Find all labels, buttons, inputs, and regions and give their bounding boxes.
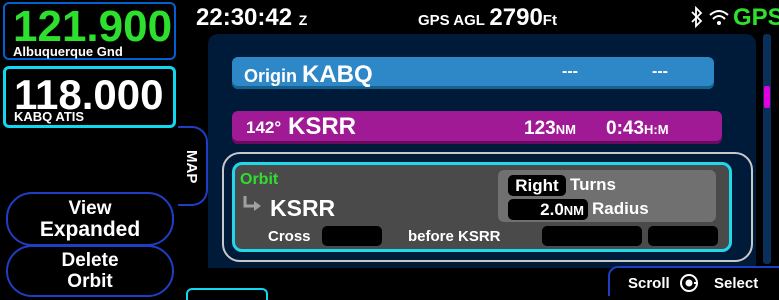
scroll-select-hint: Scroll Select bbox=[608, 266, 779, 296]
cross-time-field[interactable] bbox=[542, 226, 642, 246]
agl-label: GPS AGL bbox=[418, 12, 485, 29]
scrollbar-thumb[interactable] bbox=[764, 86, 770, 108]
view-expanded-button[interactable]: View Expanded bbox=[6, 192, 174, 246]
map-tab[interactable]: MAP bbox=[178, 126, 208, 206]
active-com-frequency[interactable]: 121.900 Albuquerque Gnd bbox=[3, 2, 176, 60]
radius-label: Radius bbox=[592, 199, 649, 218]
cross-extra-field[interactable] bbox=[648, 226, 718, 246]
scroll-label: Scroll bbox=[628, 275, 670, 292]
origin-ident: KABQ bbox=[302, 61, 373, 88]
gps-agl-readout: GPS AGL 2790Ft bbox=[418, 4, 557, 32]
origin-distance: --- bbox=[562, 63, 578, 80]
delete-orbit-line2: Orbit bbox=[67, 271, 113, 292]
flight-plan-scrollbar[interactable] bbox=[763, 34, 771, 264]
agl-value: 2790 bbox=[489, 4, 543, 31]
bottom-tab[interactable] bbox=[186, 288, 268, 300]
before-waypoint-label: before KSRR bbox=[408, 228, 501, 245]
orbit-title: Orbit bbox=[240, 171, 279, 188]
bluetooth-icon bbox=[690, 5, 704, 34]
waypoint-arrow-icon bbox=[242, 196, 264, 219]
standby-com-frequency[interactable]: 118.000 KABQ ATIS bbox=[3, 66, 176, 128]
clock-zone: Z bbox=[298, 12, 308, 28]
map-tab-label: MAP bbox=[183, 150, 200, 184]
active-frequency-name: Albuquerque Gnd bbox=[13, 44, 123, 59]
delete-orbit-line1: Delete bbox=[61, 250, 119, 271]
radius-field[interactable]: 2.0NM bbox=[508, 199, 588, 220]
knob-icon bbox=[679, 273, 699, 298]
standby-frequency-name: KABQ ATIS bbox=[14, 109, 85, 124]
origin-ete: --- bbox=[652, 63, 668, 80]
utc-clock: 22:30:42 Z bbox=[196, 4, 307, 32]
gps-status: GPS bbox=[733, 4, 779, 31]
origin-label: Origin KABQ bbox=[244, 61, 373, 88]
active-leg-row[interactable]: 142° KSRR 123NM 0:43H:M bbox=[232, 111, 722, 144]
leg-distance: 123NM bbox=[524, 118, 576, 139]
leg-course: 142° bbox=[246, 118, 282, 137]
select-label: Select bbox=[714, 275, 759, 292]
turn-direction-field[interactable]: Right bbox=[508, 175, 566, 196]
view-expanded-line2: Expanded bbox=[39, 218, 141, 241]
origin-row[interactable]: Origin KABQ --- --- bbox=[232, 57, 714, 89]
cross-altitude-field[interactable] bbox=[322, 226, 382, 246]
view-expanded-line1: View bbox=[68, 198, 112, 219]
leg-waypoint: KSRR bbox=[288, 113, 357, 140]
leg-ete: 0:43H:M bbox=[606, 118, 669, 139]
orbit-waypoint: KSRR bbox=[270, 195, 336, 221]
turn-label: Turns bbox=[570, 175, 616, 194]
clock-time: 22:30:42 bbox=[196, 4, 293, 31]
wifi-icon bbox=[708, 6, 730, 33]
cross-label: Cross bbox=[268, 228, 311, 245]
agl-unit: Ft bbox=[542, 12, 557, 29]
delete-orbit-button[interactable]: Delete Orbit bbox=[6, 245, 174, 297]
